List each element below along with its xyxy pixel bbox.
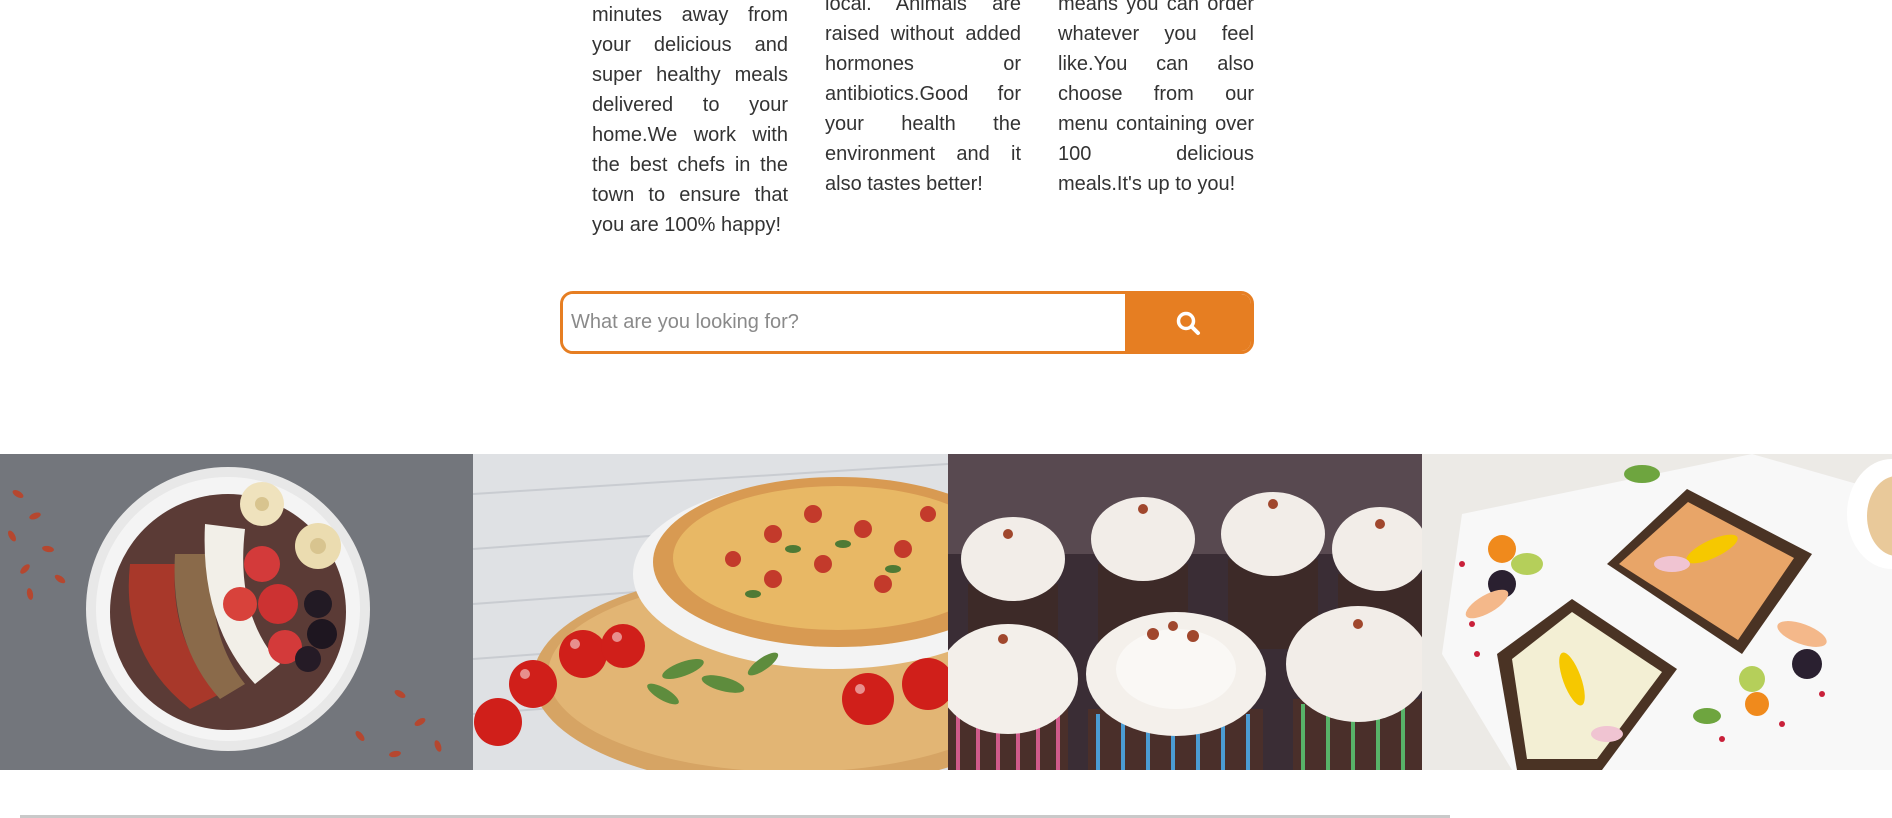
features-section: minutes away from your delicious and sup… (0, 0, 1892, 244)
search-form (560, 291, 1254, 354)
search-button[interactable] (1125, 294, 1251, 351)
food-gallery (0, 454, 1892, 770)
pizza-photo (473, 454, 948, 770)
feature-text-2: local. Animals are raised without added … (825, 0, 1021, 195)
feature-text-3: means you can order whatever you feel li… (1058, 0, 1254, 195)
smoothie-bowl-photo (0, 454, 473, 770)
search-input[interactable] (563, 294, 1125, 351)
open-sandwiches-photo (1422, 454, 1892, 770)
search-icon (1176, 311, 1200, 335)
cupcakes-photo (948, 454, 1422, 770)
feature-text-1: minutes away from your delicious and sup… (592, 4, 788, 236)
